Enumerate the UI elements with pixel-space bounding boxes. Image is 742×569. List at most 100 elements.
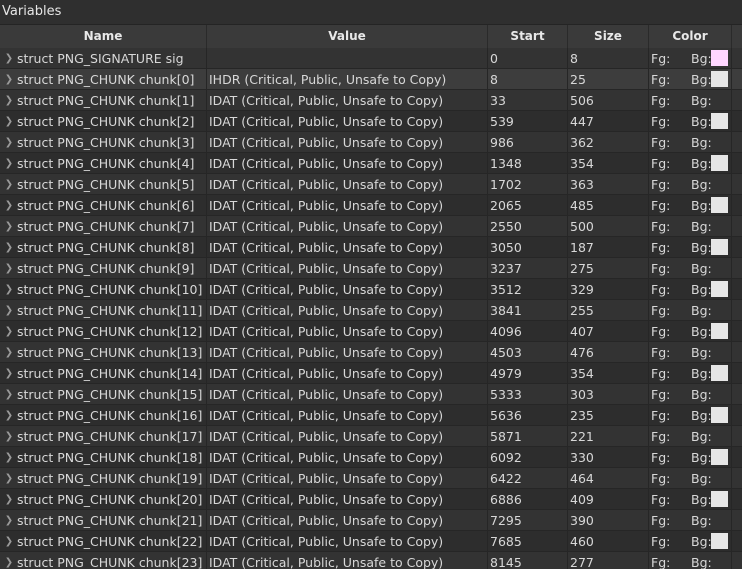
value-cell[interactable]: IDAT (Critical, Public, Unsafe to Copy) — [207, 384, 488, 404]
expand-chevron-icon[interactable]: ❯ — [3, 90, 15, 110]
name-cell[interactable]: ❯ struct PNG_CHUNK chunk[12] — [0, 321, 207, 341]
name-cell[interactable]: ❯ struct PNG_CHUNK chunk[8] — [0, 237, 207, 257]
bg-color-swatch[interactable] — [711, 449, 728, 465]
expand-chevron-icon[interactable]: ❯ — [3, 48, 15, 68]
bg-color-swatch[interactable] — [711, 323, 728, 339]
table-row[interactable]: ❯ struct PNG_CHUNK chunk[9] IDAT (Critical… — [0, 258, 742, 279]
color-cell[interactable]: Fg: Bg: — [649, 531, 732, 551]
expand-chevron-icon[interactable]: ❯ — [3, 195, 15, 215]
value-cell[interactable]: IDAT (Critical, Public, Unsafe to Copy) — [207, 300, 488, 320]
name-cell[interactable]: ❯ struct PNG_CHUNK chunk[17] — [0, 426, 207, 446]
name-cell[interactable]: ❯ struct PNG_CHUNK chunk[4] — [0, 153, 207, 173]
value-cell[interactable]: IDAT (Critical, Public, Unsafe to Copy) — [207, 405, 488, 425]
value-cell[interactable]: IDAT (Critical, Public, Unsafe to Copy) — [207, 153, 488, 173]
name-cell[interactable]: ❯ struct PNG_CHUNK chunk[7] — [0, 216, 207, 236]
name-cell[interactable]: ❯ struct PNG_CHUNK chunk[21] — [0, 510, 207, 530]
table-row[interactable]: ❯ struct PNG_CHUNK chunk[3] IDAT (Critical… — [0, 132, 742, 153]
expand-chevron-icon[interactable]: ❯ — [3, 153, 15, 173]
name-cell[interactable]: ❯ struct PNG_CHUNK chunk[23] — [0, 552, 207, 569]
table-row[interactable]: ❯ struct PNG_SIGNATURE sig 0 8 Fg: Bg: — [0, 48, 742, 69]
expand-chevron-icon[interactable]: ❯ — [3, 111, 15, 131]
value-cell[interactable] — [207, 48, 488, 68]
name-cell[interactable]: ❯ struct PNG_CHUNK chunk[15] — [0, 384, 207, 404]
color-cell[interactable]: Fg: Bg: — [649, 237, 732, 257]
color-cell[interactable]: Fg: Bg: — [649, 195, 732, 215]
color-cell[interactable]: Fg: Bg: — [649, 489, 732, 509]
value-cell[interactable]: IDAT (Critical, Public, Unsafe to Copy) — [207, 90, 488, 110]
table-row[interactable]: ❯ struct PNG_CHUNK chunk[7] IDAT (Critical… — [0, 216, 742, 237]
name-cell[interactable]: ❯ struct PNG_CHUNK chunk[2] — [0, 111, 207, 131]
expand-chevron-icon[interactable]: ❯ — [3, 237, 15, 257]
column-header-start[interactable]: Start — [488, 25, 568, 48]
expand-chevron-icon[interactable]: ❯ — [3, 552, 15, 569]
table-row[interactable]: ❯ struct PNG_CHUNK chunk[15] IDAT (Critica… — [0, 384, 742, 405]
name-cell[interactable]: ❯ struct PNG_CHUNK chunk[3] — [0, 132, 207, 152]
name-cell[interactable]: ❯ struct PNG_CHUNK chunk[6] — [0, 195, 207, 215]
expand-chevron-icon[interactable]: ❯ — [3, 426, 15, 446]
name-cell[interactable]: ❯ struct PNG_CHUNK chunk[16] — [0, 405, 207, 425]
table-row[interactable]: ❯ struct PNG_CHUNK chunk[10] IDAT (Critica… — [0, 279, 742, 300]
name-cell[interactable]: ❯ struct PNG_CHUNK chunk[20] — [0, 489, 207, 509]
column-header-color[interactable]: Color — [649, 25, 732, 48]
color-cell[interactable]: Fg: Bg: — [649, 216, 732, 236]
table-row[interactable]: ❯ struct PNG_CHUNK chunk[8] IDAT (Critical… — [0, 237, 742, 258]
color-cell[interactable]: Fg: Bg: — [649, 552, 732, 569]
table-row[interactable]: ❯ struct PNG_CHUNK chunk[13] IDAT (Critica… — [0, 342, 742, 363]
color-cell[interactable]: Fg: Bg: — [649, 426, 732, 446]
expand-chevron-icon[interactable]: ❯ — [3, 174, 15, 194]
bg-color-swatch[interactable] — [711, 533, 728, 549]
value-cell[interactable]: IDAT (Critical, Public, Unsafe to Copy) — [207, 111, 488, 131]
bg-color-swatch[interactable] — [711, 365, 728, 381]
bg-color-swatch[interactable] — [711, 113, 728, 129]
name-cell[interactable]: ❯ struct PNG_CHUNK chunk[22] — [0, 531, 207, 551]
color-cell[interactable]: Fg: Bg: — [649, 279, 732, 299]
expand-chevron-icon[interactable]: ❯ — [3, 216, 15, 236]
bg-color-swatch[interactable] — [711, 50, 728, 66]
expand-chevron-icon[interactable]: ❯ — [3, 468, 15, 488]
table-row[interactable]: ❯ struct PNG_CHUNK chunk[19] IDAT (Critica… — [0, 468, 742, 489]
expand-chevron-icon[interactable]: ❯ — [3, 321, 15, 341]
name-cell[interactable]: ❯ struct PNG_CHUNK chunk[1] — [0, 90, 207, 110]
value-cell[interactable]: IDAT (Critical, Public, Unsafe to Copy) — [207, 174, 488, 194]
expand-chevron-icon[interactable]: ❯ — [3, 69, 15, 89]
table-row[interactable]: ❯ struct PNG_CHUNK chunk[5] IDAT (Critical… — [0, 174, 742, 195]
name-cell[interactable]: ❯ struct PNG_CHUNK chunk[5] — [0, 174, 207, 194]
column-header-name[interactable]: Name — [0, 25, 207, 48]
column-header-value[interactable]: Value — [207, 25, 488, 48]
expand-chevron-icon[interactable]: ❯ — [3, 489, 15, 509]
table-row[interactable]: ❯ struct PNG_CHUNK chunk[17] IDAT (Critica… — [0, 426, 742, 447]
bg-color-swatch[interactable] — [711, 407, 728, 423]
name-cell[interactable]: ❯ struct PNG_CHUNK chunk[19] — [0, 468, 207, 488]
name-cell[interactable]: ❯ struct PNG_CHUNK chunk[14] — [0, 363, 207, 383]
color-cell[interactable]: Fg: Bg: — [649, 153, 732, 173]
table-row[interactable]: ❯ struct PNG_CHUNK chunk[2] IDAT (Critical… — [0, 111, 742, 132]
bg-color-swatch[interactable] — [711, 281, 728, 297]
value-cell[interactable]: IDAT (Critical, Public, Unsafe to Copy) — [207, 363, 488, 383]
value-cell[interactable]: IDAT (Critical, Public, Unsafe to Copy) — [207, 195, 488, 215]
expand-chevron-icon[interactable]: ❯ — [3, 363, 15, 383]
color-cell[interactable]: Fg: Bg: — [649, 90, 732, 110]
expand-chevron-icon[interactable]: ❯ — [3, 447, 15, 467]
value-cell[interactable]: IDAT (Critical, Public, Unsafe to Copy) — [207, 468, 488, 488]
table-row[interactable]: ❯ struct PNG_CHUNK chunk[4] IDAT (Critical… — [0, 153, 742, 174]
column-header-size[interactable]: Size — [568, 25, 649, 48]
expand-chevron-icon[interactable]: ❯ — [3, 300, 15, 320]
value-cell[interactable]: IDAT (Critical, Public, Unsafe to Copy) — [207, 279, 488, 299]
name-cell[interactable]: ❯ struct PNG_CHUNK chunk[0] — [0, 69, 207, 89]
color-cell[interactable]: Fg: Bg: — [649, 132, 732, 152]
color-cell[interactable]: Fg: Bg: — [649, 447, 732, 467]
table-row[interactable]: ❯ struct PNG_CHUNK chunk[22] IDAT (Critica… — [0, 531, 742, 552]
color-cell[interactable]: Fg: Bg: — [649, 405, 732, 425]
color-cell[interactable]: Fg: Bg: — [649, 300, 732, 320]
color-cell[interactable]: Fg: Bg: — [649, 321, 732, 341]
value-cell[interactable]: IDAT (Critical, Public, Unsafe to Copy) — [207, 258, 488, 278]
table-row[interactable]: ❯ struct PNG_CHUNK chunk[11] IDAT (Critica… — [0, 300, 742, 321]
expand-chevron-icon[interactable]: ❯ — [3, 258, 15, 278]
table-row[interactable]: ❯ struct PNG_CHUNK chunk[0] IHDR (Critical… — [0, 69, 742, 90]
table-row[interactable]: ❯ struct PNG_CHUNK chunk[12] IDAT (Critica… — [0, 321, 742, 342]
color-cell[interactable]: Fg: Bg: — [649, 468, 732, 488]
name-cell[interactable]: ❯ struct PNG_CHUNK chunk[10] — [0, 279, 207, 299]
value-cell[interactable]: IDAT (Critical, Public, Unsafe to Copy) — [207, 216, 488, 236]
table-row[interactable]: ❯ struct PNG_CHUNK chunk[20] IDAT (Critica… — [0, 489, 742, 510]
name-cell[interactable]: ❯ struct PNG_CHUNK chunk[18] — [0, 447, 207, 467]
